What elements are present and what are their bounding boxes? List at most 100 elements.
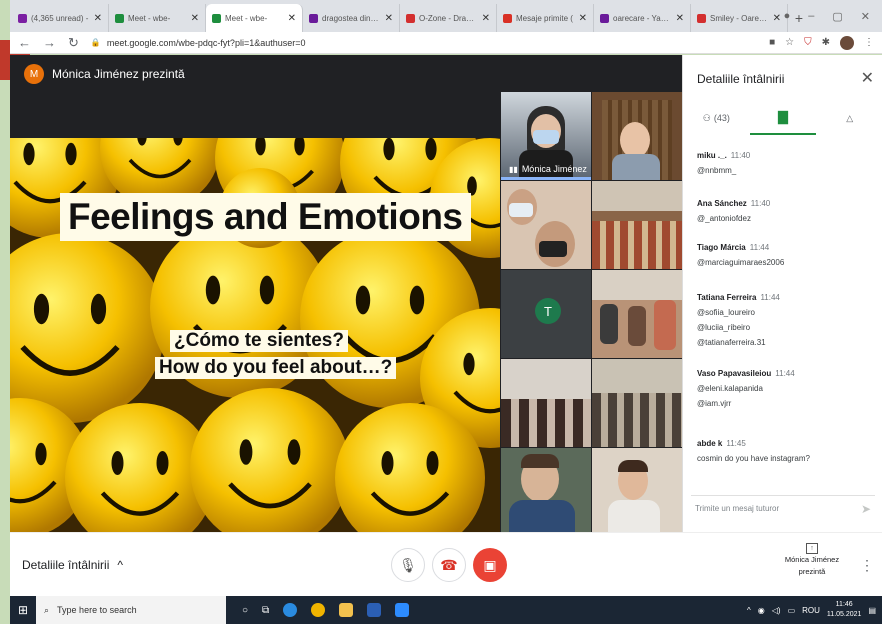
browser-tab[interactable]: Meet - wbe- ✕ [206,4,303,32]
message-text: cosmin do you have instagram? [697,454,810,463]
people-icon: ⚇ [702,112,711,123]
participant-tile[interactable] [501,359,591,447]
clock[interactable]: 11:46 11.05.2021 [827,600,862,620]
tab-activities[interactable]: △ [816,101,882,135]
active-speaker-bar [501,177,591,180]
cortana-icon[interactable]: ○ [242,605,248,616]
tab-close-icon[interactable]: ✕ [94,13,102,24]
smiley-eye [383,138,395,161]
tab-close-icon[interactable]: ✕ [773,13,781,24]
task-view-icon[interactable]: ⧉ [262,605,269,616]
tab-chat[interactable]: ▇ [749,101,817,135]
speaking-icon: ▮▮ [509,164,518,174]
chat-icon: ▇ [778,109,788,124]
camera-indicator-icon[interactable]: ■ [769,37,775,48]
meeting-details-panel: Detaliile întâlnirii ✕ ⚇ (43) ▇ △ miku .… [682,55,882,532]
volume-icon[interactable]: ◁) [772,606,781,615]
camera-button[interactable]: ▣ [473,548,507,582]
browser-tab[interactable]: Smiley - Oarecar ✕ [691,4,788,32]
tab-label: dragostea din tei [322,13,381,23]
url-field[interactable]: 🔒 meet.google.com/wbe-pdqc-fyt?pli=1&aut… [91,38,757,48]
camera-off-icon: ▣ [483,556,497,573]
battery-icon[interactable]: ▭ [788,606,796,615]
reload-icon[interactable]: ↻ [68,35,79,51]
close-window-icon[interactable]: ✕ [861,10,870,23]
chat-input-placeholder: Trimite un mesaj tuturor [695,504,780,513]
tab-close-icon[interactable]: ✕ [191,13,199,24]
edge-icon[interactable] [283,603,298,617]
smiley-eye [409,285,425,315]
browser-tab[interactable]: oarecare - Yahoo ✕ [594,4,691,32]
language-label[interactable]: ROU [802,606,820,615]
back-icon[interactable]: ← [18,35,31,50]
participant-tile[interactable] [592,448,682,532]
word-icon[interactable] [367,603,382,617]
tab-close-icon[interactable]: ✕ [288,13,296,24]
tray-chevron-icon[interactable]: ^ [747,606,751,615]
microphone-button[interactable]: 🎙 [391,548,425,582]
participant-tile[interactable] [592,359,682,447]
tab-label: O-Zone - Dragos [419,13,478,23]
participant-tile[interactable] [501,181,591,269]
maximize-icon[interactable]: ▢ [832,10,842,23]
send-icon[interactable]: ➤ [861,502,871,516]
participant-tile[interactable]: ▮▮ Mónica Jiménez [501,92,591,180]
participant-tile[interactable] [592,270,682,358]
leave-call-button[interactable]: ☎ [432,548,466,582]
browser-menu-icon[interactable]: ● [784,10,791,22]
tab-favicon-icon [406,13,415,23]
participant-tile[interactable] [592,181,682,269]
extensions-puzzle-icon[interactable]: ✱ [822,37,830,48]
smiley-eye [205,275,221,305]
bookmark-star-icon[interactable]: ☆ [785,37,794,48]
smiley-eye [90,293,107,325]
chat-message: Ana Sánchez 11:40 @_antoniofdez [697,199,877,223]
windows-start-icon[interactable]: ⊞ [10,603,36,617]
avatar: T [535,298,561,324]
participant-tile[interactable] [592,92,682,180]
meeting-details-button[interactable]: Detaliile întâlnirii ^ [22,558,123,572]
message-author: Tiago Márcia [697,243,746,252]
notifications-icon[interactable]: ▤ [868,606,876,615]
minimize-icon[interactable]: – [808,10,814,22]
participant-tile[interactable] [501,448,591,532]
tab-close-icon[interactable]: ✕ [385,13,393,24]
chat-input[interactable]: Trimite un mesaj tuturor ➤ [691,495,875,521]
panel-title: Detaliile întâlnirii [697,72,785,86]
window-controls: ● – ▢ ✕ [784,0,882,32]
browser-tab[interactable]: Meet - wbe- ✕ [109,4,206,32]
file-explorer-icon[interactable] [339,603,354,617]
forward-icon[interactable]: → [43,35,56,50]
message-text: @sofiia_loureiro [697,308,755,317]
panel-tabs: ⚇ (43) ▇ △ [683,101,882,135]
profile-avatar[interactable] [840,35,854,50]
tab-close-icon[interactable]: ✕ [579,13,587,24]
tab-close-icon[interactable]: ✕ [676,13,684,24]
screen: (4,365 unread) - ✕ Meet - wbe- ✕ Meet - wbe… [0,0,882,624]
browser-tab[interactable]: dragostea din tei ✕ [303,4,400,32]
search-icon: ⌕ [44,604,50,615]
tab-close-icon[interactable]: ✕ [482,13,490,24]
avatar: M [24,64,44,84]
browser-tab[interactable]: Mesaje primite (✕ [497,4,594,32]
address-bar: ← → ↻ 🔒 meet.google.com/wbe-pdqc-fyt?pli… [10,32,882,54]
chrome-icon[interactable] [311,603,326,617]
zoom-icon[interactable] [395,603,410,617]
smiley-eye [33,293,50,325]
taskbar-search-placeholder: Type here to search [57,605,137,615]
chat-message: Tatiana Ferreira 11:44 @sofiia_loureiro @lu… [697,293,877,347]
extension-shield-icon[interactable]: ⛉ [804,37,812,48]
tab-people[interactable]: ⚇ (43) [683,101,750,135]
network-icon[interactable]: ◉ [758,606,765,615]
smiley-eye [355,285,371,315]
message-author: Tatiana Ferreira [697,293,757,302]
browser-tab[interactable]: (4,365 unread) - ✕ [12,4,109,32]
taskbar-search[interactable]: ⌕ Type here to search [36,596,226,624]
presenting-button[interactable]: ↑ Mónica Jiménez prezintă [778,542,846,578]
close-icon[interactable]: ✕ [861,68,874,88]
browser-more-icon[interactable]: ⋮ [864,37,874,48]
participant-tile[interactable]: T [501,270,591,358]
browser-tab[interactable]: O-Zone - Dragos ✕ [400,4,497,32]
more-options-icon[interactable]: ⋮ [860,557,874,574]
taskbar-apps: ○ ⧉ [226,603,410,617]
